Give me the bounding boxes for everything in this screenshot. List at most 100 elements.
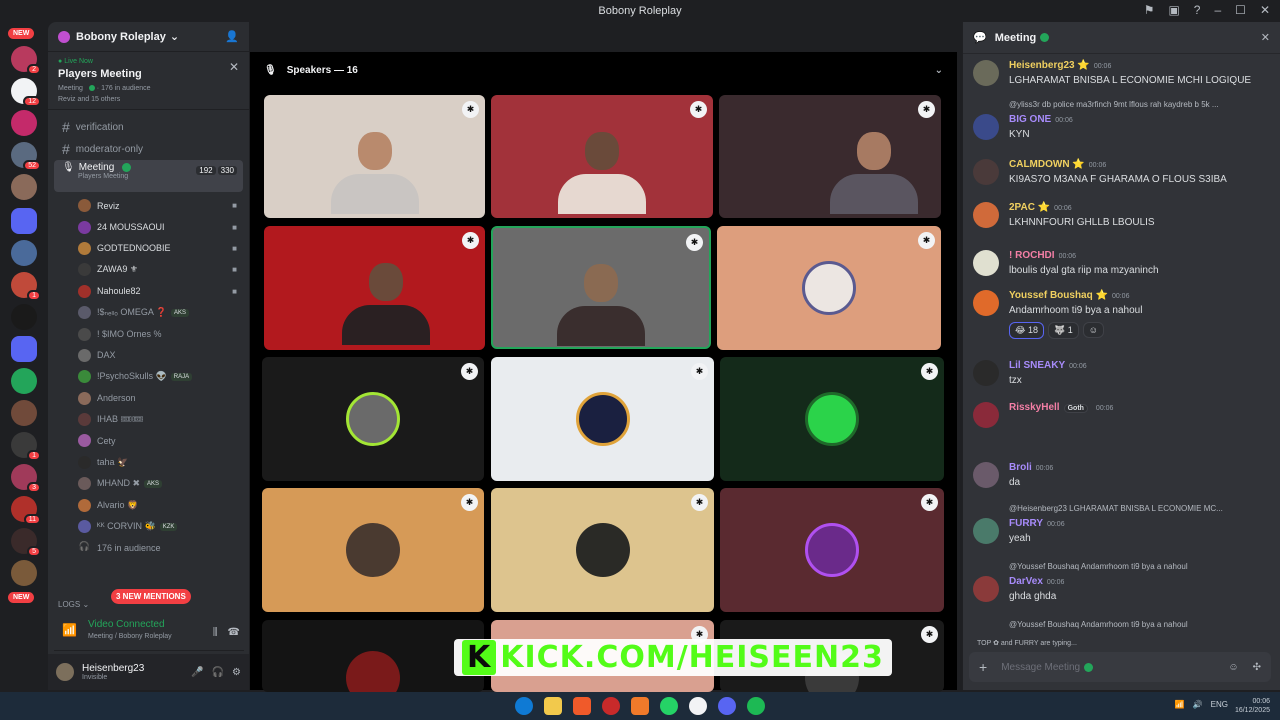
pin-icon[interactable]: ✱ <box>921 626 938 643</box>
avatar[interactable] <box>973 518 999 544</box>
voice-user[interactable]: ZAWA9 ⚜ ■ <box>48 259 249 280</box>
author-name[interactable]: ! ROCHDI <box>1009 250 1055 261</box>
screen-icon[interactable]: ▣ <box>1168 3 1179 17</box>
audience-count[interactable]: 🎧 176 in audience <box>48 537 249 558</box>
avatar[interactable] <box>973 462 999 488</box>
voice-user[interactable]: Alvario 🦁 <box>48 494 249 515</box>
voice-user[interactable]: DAX <box>48 345 249 366</box>
app-icon[interactable] <box>631 697 649 715</box>
video-tile[interactable]: ✱ <box>264 95 485 218</box>
reaction-button[interactable]: 🐺 1 <box>1048 322 1079 339</box>
new-mentions-button[interactable]: 3 NEW MENTIONS <box>111 589 191 604</box>
server-icon[interactable] <box>11 208 37 234</box>
edge-icon[interactable] <box>515 697 533 715</box>
voice-user[interactable]: !$ₙₑₗₗₒ OMEGA ❓ AKS <box>48 302 249 323</box>
reply-preview[interactable]: @Youssef Boushaq Andamrhoom ti9 bya a na… <box>1009 562 1188 571</box>
voice-user[interactable]: 24 MOUSSAOUI ■ <box>48 216 249 237</box>
message-input-bar[interactable]: + Message Meeting ☺ ✣ <box>969 652 1271 682</box>
pin-icon[interactable]: ✱ <box>690 101 707 118</box>
whatsapp-icon[interactable] <box>660 697 678 715</box>
discord-icon[interactable] <box>11 336 37 362</box>
author-name[interactable]: DarVex <box>1009 576 1043 587</box>
guild-header[interactable]: Bobony Roleplay ⌄ 👤 <box>48 22 249 52</box>
author-name[interactable]: Youssef Boushaq ⭐ <box>1009 290 1108 301</box>
avatar-tile[interactable]: ✱ <box>717 226 941 350</box>
voice-user[interactable]: ᴷᴷ CORVIN 🐝 KZK <box>48 516 249 537</box>
author-name[interactable]: BIG ONE <box>1009 114 1051 125</box>
system-tray[interactable]: 📶 🔊 ENG <box>1175 700 1228 709</box>
author-name[interactable]: Lil SNEAKY <box>1009 360 1065 371</box>
server-icon[interactable] <box>11 368 37 394</box>
avatar[interactable] <box>973 159 999 185</box>
server-icon[interactable]: 2 <box>11 46 41 75</box>
maximize-button[interactable]: ☐ <box>1235 3 1246 17</box>
close-button[interactable]: ✕ <box>1260 3 1270 17</box>
avatar[interactable] <box>973 576 999 602</box>
pin-icon[interactable]: ✱ <box>462 101 479 118</box>
spotify-icon[interactable] <box>747 697 765 715</box>
voice-user[interactable]: Reviz ■ <box>48 195 249 216</box>
server-icon[interactable]: 3 <box>11 464 41 493</box>
avatar-tile[interactable]: ✱ <box>491 488 714 612</box>
avatar[interactable] <box>973 114 999 140</box>
explorer-icon[interactable] <box>544 697 562 715</box>
message-input[interactable]: Message Meeting <box>1001 662 1080 673</box>
author-name[interactable]: RisskyHell <box>1009 402 1060 413</box>
pin-icon[interactable]: ✱ <box>686 234 703 251</box>
author-name[interactable]: CALMDOWN ⭐ <box>1009 159 1085 170</box>
reply-preview[interactable]: @Youssef Boushaq Andamrhoom ti9 bya a na… <box>1009 620 1188 629</box>
live-now-card[interactable]: ● Live Now Players Meeting Meeting · 176… <box>48 52 249 110</box>
help-icon[interactable]: ? <box>1194 3 1201 17</box>
server-icon[interactable]: 12 <box>11 78 41 107</box>
pin-icon[interactable]: ✱ <box>461 363 478 380</box>
voice-user[interactable]: IHAB 🎟🎟 <box>48 409 249 430</box>
avatar[interactable] <box>973 202 999 228</box>
new-pill-bottom[interactable]: NEW <box>8 592 35 603</box>
brave-icon[interactable] <box>573 697 591 715</box>
video-tile[interactable]: ✱ <box>719 95 941 218</box>
author-name[interactable]: Heisenberg23 ⭐ <box>1009 60 1090 71</box>
avatar[interactable] <box>56 663 74 681</box>
pin-icon[interactable]: ✱ <box>691 363 708 380</box>
avatar-tile[interactable]: ✱ <box>720 488 944 612</box>
author-name[interactable]: 2PAC ⭐ <box>1009 202 1050 213</box>
voice-user[interactable]: Cety <box>48 430 249 451</box>
reply-preview[interactable]: @yliss3r db police ma3rfinch 9mt lflous … <box>1009 100 1219 109</box>
avatar[interactable] <box>973 60 999 86</box>
server-icon[interactable] <box>11 240 37 266</box>
server-icon[interactable] <box>11 400 37 426</box>
headphones-icon[interactable]: 🎧 <box>212 667 224 678</box>
channel-verification[interactable]: # verification <box>54 116 243 138</box>
reaction-button[interactable]: 😂 18 <box>1009 322 1045 339</box>
video-tile-speaking[interactable]: ✱ <box>491 226 711 349</box>
pin-icon[interactable]: ✱ <box>921 363 938 380</box>
voice-user[interactable]: Nahoule82 ■ <box>48 281 249 302</box>
server-icon[interactable]: 52 <box>11 142 41 171</box>
close-icon[interactable]: ✕ <box>229 60 239 74</box>
avatar-tile[interactable]: ✱ <box>491 357 714 481</box>
channel-meeting[interactable]: 🎙 Meeting Players Meeting 192 330 <box>54 160 243 192</box>
voice-user[interactable]: !PsychoSkulls 👽 RAJA <box>48 366 249 387</box>
pin-icon[interactable]: ✱ <box>691 494 708 511</box>
apps-icon[interactable]: ✣ <box>1253 662 1261 673</box>
app-icon[interactable] <box>602 697 620 715</box>
disconnect-icon[interactable]: ☎ <box>228 627 240 638</box>
avatar[interactable] <box>973 250 999 276</box>
app-icon[interactable] <box>689 697 707 715</box>
chevron-down-icon[interactable]: ⌄ <box>935 65 943 76</box>
author-name[interactable]: Broli <box>1009 462 1032 473</box>
pin-icon[interactable]: ✱ <box>462 232 479 249</box>
avatar[interactable] <box>973 360 999 386</box>
author-name[interactable]: FURRY <box>1009 518 1043 529</box>
reply-preview[interactable]: @Heisenberg23 LGHARAMAT BNISBA L ECONOMI… <box>1009 504 1223 513</box>
noise-icon[interactable]: ⫼ <box>213 627 218 638</box>
minimize-button[interactable]: – <box>1214 3 1221 17</box>
server-icon[interactable]: 1 <box>11 432 41 461</box>
avatar-tile[interactable]: ✱ <box>720 357 944 481</box>
avatar[interactable] <box>973 290 999 316</box>
add-reaction-icon[interactable]: ☺ <box>1082 322 1104 338</box>
server-icon[interactable] <box>11 560 37 586</box>
channel-moderator-only[interactable]: # moderator-only <box>54 138 243 160</box>
server-icon[interactable]: 5 <box>11 528 41 557</box>
voice-user[interactable]: ! $IMO Ornes % <box>48 323 249 344</box>
